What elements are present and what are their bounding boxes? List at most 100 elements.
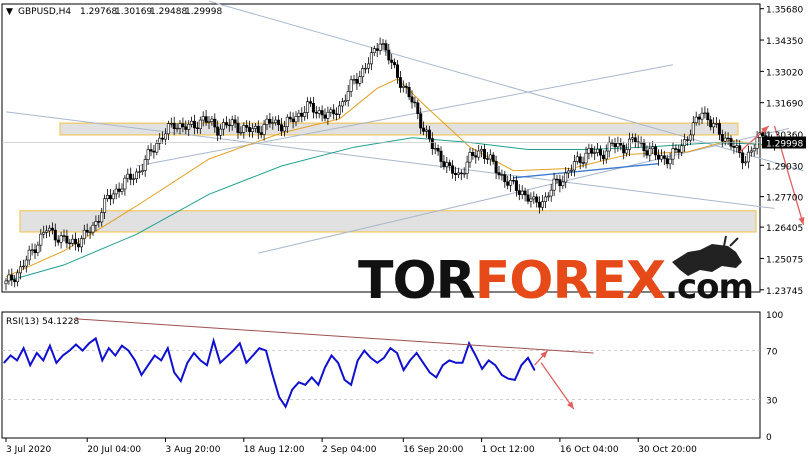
rsi-point bbox=[409, 359, 411, 361]
candle-body bbox=[416, 102, 420, 114]
candle-body bbox=[294, 116, 298, 123]
candle-body bbox=[520, 190, 524, 195]
rsi-panel bbox=[1, 311, 761, 439]
candle-body bbox=[230, 119, 234, 126]
rsi-point bbox=[383, 357, 385, 359]
rsi-point bbox=[527, 357, 529, 359]
candle-body bbox=[546, 195, 550, 198]
candle-body bbox=[262, 124, 266, 135]
rsi-point bbox=[442, 364, 444, 366]
rsi-point bbox=[186, 362, 188, 364]
rsi-point bbox=[82, 350, 84, 352]
candle-body bbox=[317, 110, 321, 114]
rsi-point bbox=[147, 364, 149, 366]
candle-body bbox=[361, 68, 365, 78]
rsi-point bbox=[49, 345, 51, 347]
rsi-point bbox=[520, 364, 523, 366]
rsi-point bbox=[455, 362, 457, 364]
candle-body bbox=[364, 67, 368, 70]
candle-body bbox=[694, 116, 698, 123]
candle-body bbox=[474, 155, 478, 158]
candle-body bbox=[7, 274, 11, 282]
candle-body bbox=[326, 111, 330, 119]
candle-body bbox=[619, 142, 623, 146]
rsi-point bbox=[108, 347, 110, 349]
candle-body bbox=[465, 161, 469, 174]
ohlc-close: 1.29998 bbox=[185, 7, 222, 17]
rsi-point bbox=[167, 347, 169, 349]
chart-title: GBPUSD,H4 bbox=[18, 7, 71, 17]
candle-body bbox=[120, 188, 124, 192]
price-tick-label: 1.25075 bbox=[766, 255, 803, 265]
candle-body bbox=[395, 64, 399, 78]
rsi-point bbox=[114, 354, 116, 357]
candle-body bbox=[514, 180, 518, 191]
candle-body bbox=[387, 49, 391, 61]
candle-body bbox=[297, 112, 301, 117]
time-label: 3 Aug 20:00 bbox=[166, 445, 221, 455]
rsi-point bbox=[134, 359, 136, 361]
rsi-point bbox=[278, 396, 280, 398]
candle-body bbox=[335, 113, 339, 115]
candle-body bbox=[538, 201, 542, 208]
candle-body bbox=[248, 127, 252, 132]
candle-body bbox=[633, 137, 637, 143]
candle-body bbox=[456, 172, 460, 175]
candle-body bbox=[558, 179, 562, 187]
candle-body bbox=[53, 229, 57, 241]
candle-body bbox=[723, 137, 727, 142]
rsi-point bbox=[488, 359, 490, 361]
candle-body bbox=[703, 112, 707, 115]
candle-body bbox=[329, 109, 333, 113]
candle-body bbox=[111, 193, 115, 200]
candle-body bbox=[424, 129, 428, 132]
rsi-point bbox=[29, 364, 31, 366]
candle-body bbox=[129, 173, 133, 180]
candle-body bbox=[685, 139, 689, 141]
candle-body bbox=[149, 149, 153, 152]
rsi-point bbox=[121, 345, 123, 347]
candle-body bbox=[375, 48, 379, 51]
rsi-point bbox=[226, 356, 228, 358]
candle-body bbox=[651, 146, 655, 150]
rsi-tick-label: 0 bbox=[766, 433, 772, 443]
candle-body bbox=[494, 161, 498, 173]
candle-body bbox=[535, 196, 539, 203]
rsi-point bbox=[88, 342, 90, 344]
rsi-title: RSI(13) 54.1228 bbox=[6, 317, 79, 327]
candle-body bbox=[285, 116, 289, 127]
rsi-tick-label: 30 bbox=[766, 396, 778, 406]
candle-body bbox=[517, 190, 521, 195]
candle-body bbox=[204, 116, 208, 123]
candle-body bbox=[126, 173, 130, 179]
rsi-point bbox=[337, 362, 339, 364]
candle-body bbox=[175, 127, 179, 130]
candle-body bbox=[445, 162, 449, 167]
rsi-point bbox=[245, 362, 247, 364]
rsi-point bbox=[199, 359, 202, 361]
candle-body bbox=[103, 198, 107, 213]
rsi-point bbox=[193, 352, 195, 354]
candle-body bbox=[680, 145, 684, 153]
candle-body bbox=[378, 43, 382, 51]
candle-body bbox=[24, 259, 28, 267]
rsi-point bbox=[481, 368, 483, 370]
candle-body bbox=[706, 112, 710, 121]
rsi-point bbox=[75, 343, 77, 346]
price-tick-label: 1.31690 bbox=[766, 100, 803, 110]
candle-body bbox=[279, 124, 283, 132]
candle-body bbox=[468, 152, 472, 163]
candle-body bbox=[410, 96, 414, 103]
candle-body bbox=[219, 128, 223, 136]
candle-body bbox=[540, 201, 544, 208]
candle-body bbox=[85, 229, 89, 233]
candle-body bbox=[239, 131, 243, 134]
time-label: 3 Jul 2020 bbox=[6, 445, 51, 455]
candle-body bbox=[488, 154, 492, 160]
candle-body bbox=[207, 121, 211, 123]
candle-body bbox=[427, 129, 431, 139]
candle-body bbox=[471, 152, 475, 156]
candle-body bbox=[671, 148, 675, 160]
candle-body bbox=[62, 235, 66, 237]
candle-body bbox=[491, 154, 495, 162]
